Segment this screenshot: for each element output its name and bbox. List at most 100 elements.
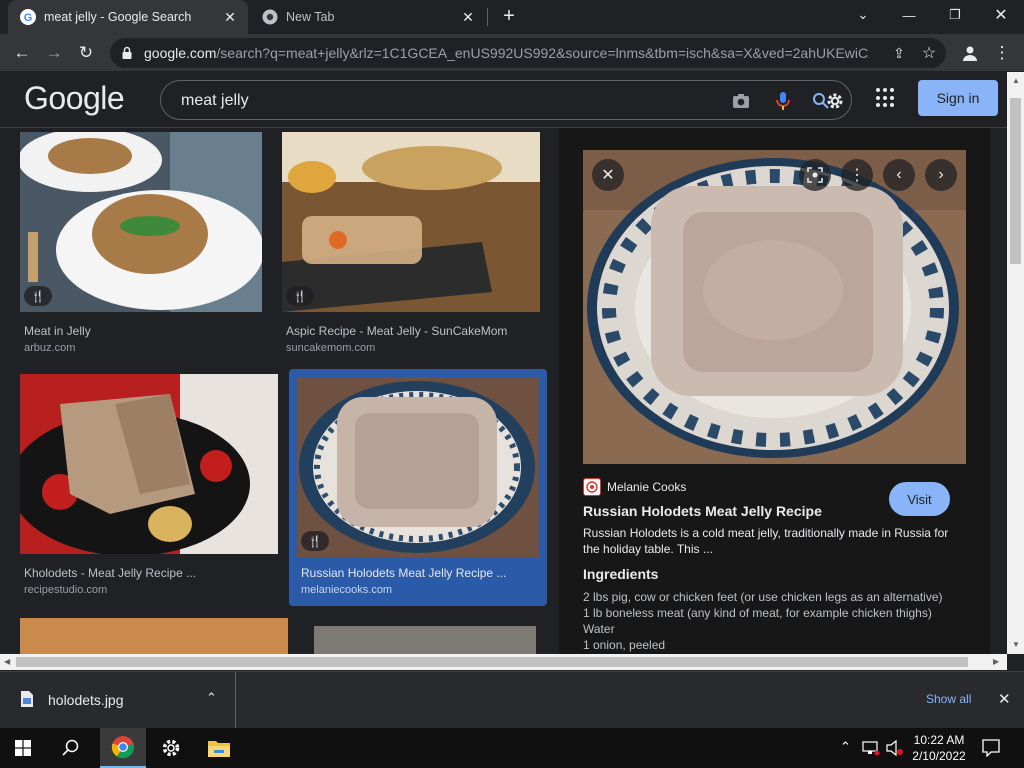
restore-button[interactable]: ❐: [932, 0, 978, 30]
vertical-scrollbar[interactable]: ▲ ▼: [1007, 72, 1024, 654]
result-thumbnail[interactable]: [20, 618, 288, 654]
recipe-icon: 🍴: [24, 286, 52, 306]
source-logo-icon: [583, 478, 601, 496]
tab-google-search[interactable]: G meat jelly - Google Search ✕: [8, 0, 248, 34]
horizontal-scroll-thumb[interactable]: [16, 657, 968, 667]
more-options-button[interactable]: ⋮: [841, 159, 873, 191]
search-input[interactable]: [181, 90, 701, 112]
image-preview-panel: ✕ ⋮ ‹ › Melanie Cooks Visit Russian Holo…: [559, 128, 990, 654]
close-icon[interactable]: ✕: [460, 9, 476, 25]
url-path: /search?q=meat+jelly&rlz=1C1GCEA_enUS992…: [216, 45, 869, 61]
horizontal-scrollbar[interactable]: ◀ ▶: [0, 654, 1007, 670]
search-icon[interactable]: [48, 728, 94, 768]
result-card[interactable]: Kholodets - Meat Jelly Recipe ... recipe…: [16, 374, 282, 600]
google-header: Google Sign in: [0, 72, 1007, 128]
result-thumbnail[interactable]: [297, 377, 539, 557]
restore-icon: ❐: [949, 7, 961, 22]
recipe-icon: 🍴: [301, 531, 329, 551]
ingredients-heading: Ingredients: [583, 566, 659, 582]
close-window-button[interactable]: ✕: [978, 0, 1024, 30]
result-thumbnail[interactable]: [282, 132, 540, 312]
tab-strip: G meat jelly - Google Search ✕ New Tab ✕…: [0, 0, 1024, 34]
preview-description: Russian Holodets is a cold meat jelly, t…: [583, 526, 949, 556]
result-thumbnail[interactable]: [20, 132, 262, 312]
tab-search-button[interactable]: ⌄: [840, 0, 886, 30]
back-button[interactable]: ←: [8, 39, 36, 67]
preview-image[interactable]: [583, 150, 966, 464]
lock-icon: [122, 46, 132, 59]
profile-icon: [963, 46, 977, 61]
chrome-icon[interactable]: [100, 728, 146, 768]
apps-grid-icon[interactable]: [876, 88, 896, 108]
reload-button[interactable]: ↻: [72, 39, 100, 67]
result-thumbnail[interactable]: [314, 626, 536, 654]
chevron-up-icon[interactable]: ⌃: [206, 690, 217, 706]
vertical-scroll-thumb[interactable]: [1010, 98, 1021, 264]
chevron-down-icon: ⌄: [857, 7, 869, 22]
scroll-left-icon[interactable]: ◀: [4, 657, 10, 666]
result-source[interactable]: suncakemom.com: [286, 342, 375, 354]
kebab-icon: ⋮: [993, 43, 1011, 62]
close-icon: ✕: [601, 167, 615, 184]
new-tab-button[interactable]: +: [498, 5, 520, 27]
visit-button[interactable]: Visit: [889, 482, 950, 516]
scroll-down-icon[interactable]: ▼: [1012, 640, 1020, 649]
close-icon[interactable]: ✕: [222, 9, 238, 25]
result-card[interactable]: 🍴 Meat in Jelly arbuz.com: [16, 132, 266, 358]
result-card-selected[interactable]: 🍴 Russian Holodets Meat Jelly Recipe ...…: [289, 369, 547, 606]
result-card[interactable]: 🍴 Aspic Recipe - Meat Jelly - SunCakeMom…: [278, 132, 544, 358]
scroll-right-icon[interactable]: ▶: [993, 657, 999, 666]
sign-in-button[interactable]: Sign in: [918, 80, 998, 116]
source-row[interactable]: Melanie Cooks: [583, 478, 686, 496]
result-thumbnail[interactable]: [20, 374, 278, 554]
volume-icon[interactable]: [886, 740, 904, 756]
forward-button[interactable]: →: [40, 39, 68, 67]
tab-title: New Tab: [286, 10, 335, 24]
tab-new-tab[interactable]: New Tab ✕: [250, 0, 486, 34]
result-source[interactable]: arbuz.com: [24, 342, 75, 354]
ingredient-item: 2 lbs pig, cow or chicken feet (or use c…: [583, 590, 943, 604]
download-item[interactable]: holodets.jpg ⌃: [0, 672, 236, 728]
google-logo[interactable]: Google: [24, 80, 125, 117]
previous-image-button[interactable]: ‹: [883, 159, 915, 191]
close-preview-button[interactable]: ✕: [592, 159, 624, 191]
result-title[interactable]: Meat in Jelly: [24, 324, 91, 338]
network-icon[interactable]: [862, 740, 880, 756]
profile-button[interactable]: [956, 39, 984, 67]
bookmark-button[interactable]: ☆: [920, 44, 938, 62]
download-filename: holodets.jpg: [48, 692, 124, 708]
next-image-button[interactable]: ›: [925, 159, 957, 191]
close-icon[interactable]: ✕: [998, 690, 1011, 708]
settings-icon[interactable]: [148, 728, 194, 768]
notification-icon[interactable]: [982, 739, 1000, 757]
share-button[interactable]: ⇪: [890, 44, 908, 62]
system-clock[interactable]: 10:22 AM 2/10/2022: [906, 732, 972, 764]
browser-menu-button[interactable]: ⋮: [988, 39, 1016, 67]
result-title[interactable]: Russian Holodets Meat Jelly Recipe ...: [301, 566, 506, 580]
chevron-up-icon[interactable]: ⌃: [840, 739, 851, 755]
result-source[interactable]: melaniecooks.com: [301, 584, 392, 596]
scroll-up-icon[interactable]: ▲: [1012, 76, 1020, 85]
settings-gear-icon[interactable]: [825, 91, 845, 111]
url-host: google.com: [144, 45, 217, 61]
minimize-icon: —: [902, 7, 916, 23]
lens-icon: [807, 167, 823, 183]
search-box: [160, 80, 852, 120]
kebab-icon: ⋮: [849, 167, 865, 184]
source-name: Melanie Cooks: [607, 480, 687, 494]
show-all-downloads-link[interactable]: Show all: [926, 692, 971, 706]
file-explorer-icon[interactable]: [196, 728, 242, 768]
windows-start-icon[interactable]: [0, 728, 46, 768]
camera-icon[interactable]: [731, 91, 751, 111]
windows-taskbar: ⌃ 10:22 AM 2/10/2022: [0, 728, 1024, 768]
lens-search-button[interactable]: [799, 159, 831, 191]
result-title[interactable]: Aspic Recipe - Meat Jelly - SunCakeMom: [286, 324, 507, 338]
minimize-button[interactable]: —: [886, 0, 932, 30]
address-bar[interactable]: google.com/search?q=meat+jelly&rlz=1C1GC…: [110, 38, 946, 68]
download-bar: holodets.jpg ⌃ Show all ✕: [0, 671, 1024, 728]
preview-title[interactable]: Russian Holodets Meat Jelly Recipe: [583, 503, 822, 519]
tab-title: meat jelly - Google Search: [44, 10, 192, 24]
mic-icon[interactable]: [773, 91, 793, 111]
result-title[interactable]: Kholodets - Meat Jelly Recipe ...: [24, 566, 196, 580]
result-source[interactable]: recipestudio.com: [24, 584, 107, 596]
